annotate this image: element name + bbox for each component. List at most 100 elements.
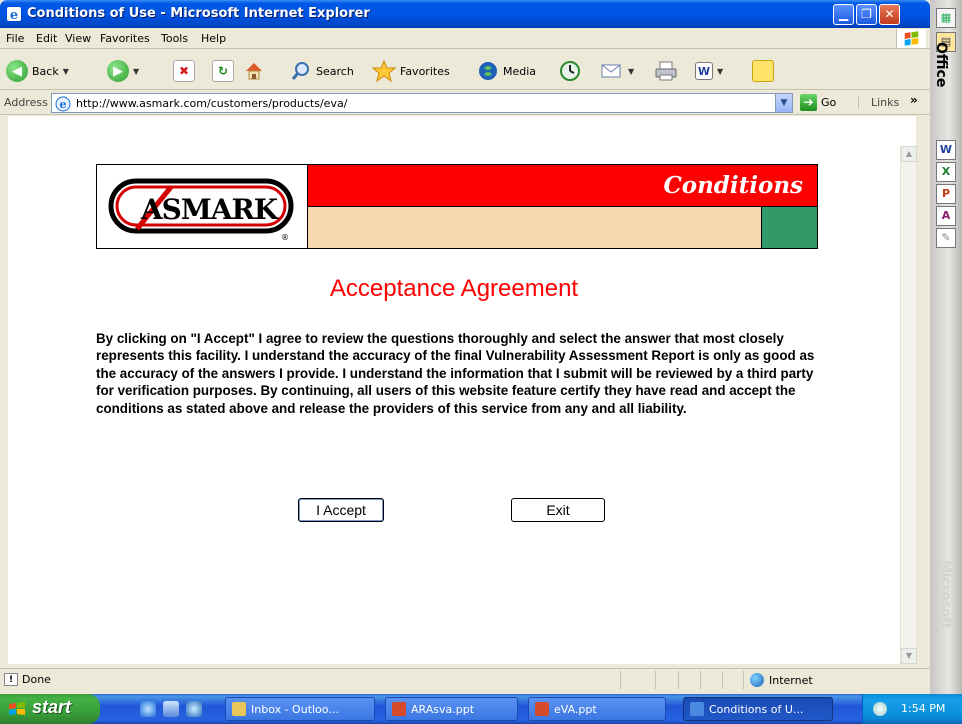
mail-dropdown-icon[interactable]: ▼ <box>628 67 634 76</box>
back-dropdown-icon[interactable]: ▼ <box>63 67 69 76</box>
menu-file[interactable]: File <box>6 32 24 45</box>
task-inbox-outlook[interactable]: Inbox - Outloo... <box>225 697 375 721</box>
forward-dropdown-icon[interactable]: ▼ <box>133 67 139 76</box>
logo-registered-mark: ® <box>281 233 289 242</box>
media-button[interactable]: Media <box>477 59 536 83</box>
scroll-down-icon[interactable]: ▼ <box>901 648 917 664</box>
links-toolbar[interactable]: Links <box>858 96 899 109</box>
edit-word-button[interactable]: W ▼ <box>695 59 723 83</box>
office-bar-label: Office <box>933 42 949 88</box>
print-button[interactable] <box>654 59 678 83</box>
ie-task-icon <box>690 702 704 716</box>
access-icon[interactable]: A <box>936 206 956 226</box>
scroll-up-icon[interactable]: ▲ <box>901 146 917 162</box>
back-label: Back <box>32 64 59 78</box>
windows-start-icon <box>9 702 25 715</box>
status-divider <box>678 671 679 689</box>
search-label: Search <box>316 64 354 78</box>
history-icon <box>560 61 580 81</box>
task-conditions-of-use[interactable]: Conditions of U... <box>683 697 833 721</box>
status-divider <box>700 671 701 689</box>
word-icon[interactable]: W <box>936 140 956 160</box>
media-label: Media <box>503 64 537 78</box>
address-dropdown-icon[interactable]: ▼ <box>775 94 792 112</box>
status-text: Done <box>22 673 51 686</box>
page-heading: Acceptance Agreement <box>329 275 579 302</box>
banner-red-strip: Conditions <box>307 165 817 207</box>
back-button[interactable]: ◀ Back ▼ <box>6 59 69 83</box>
mail-button[interactable]: ▼ <box>600 59 634 83</box>
edit-dropdown-icon[interactable]: ▼ <box>717 67 723 76</box>
clipart-icon[interactable]: ✎ <box>936 228 956 248</box>
excel-icon[interactable]: X <box>936 162 956 182</box>
status-divider <box>743 671 744 689</box>
messenger-button[interactable] <box>752 59 774 83</box>
status-divider <box>620 671 621 689</box>
menu-favorites[interactable]: Favorites <box>100 32 150 45</box>
internet-explorer-icon: e <box>7 7 21 22</box>
banner-tan-strip <box>307 207 761 248</box>
task-label: Inbox - Outloo... <box>251 702 339 716</box>
favorites-label: Favorites <box>400 64 450 78</box>
favorites-star-icon <box>372 60 396 82</box>
svg-text:e: e <box>10 8 18 22</box>
menu-tools[interactable]: Tools <box>161 32 188 45</box>
task-eva-ppt[interactable]: eVA.ppt <box>528 697 666 721</box>
address-url[interactable]: http://www.asmark.com/customers/products… <box>76 97 347 110</box>
stop-button[interactable]: ✖ <box>173 59 195 83</box>
zone-label: Internet <box>769 673 813 687</box>
start-label: start <box>32 697 72 717</box>
vertical-scrollbar[interactable]: ▲ ▼ <box>900 146 917 664</box>
banner-green-block <box>761 207 817 248</box>
history-button[interactable] <box>559 59 581 83</box>
close-button[interactable]: ✕ <box>879 4 900 25</box>
task-label: ARAsva.ppt <box>411 702 475 716</box>
quicklaunch-ie-icon[interactable] <box>140 701 156 717</box>
mail-icon <box>601 64 621 78</box>
browser-window: e Conditions of Use - Microsoft Internet… <box>0 0 930 694</box>
stop-icon: ✖ <box>173 60 195 82</box>
favorites-button[interactable]: Favorites <box>372 59 450 83</box>
maximize-button[interactable]: ❐ <box>856 4 877 25</box>
exit-button[interactable]: Exit <box>511 498 605 522</box>
quicklaunch-outlook-icon[interactable] <box>163 701 179 717</box>
start-button[interactable]: start <box>0 694 100 724</box>
security-zone: Internet <box>750 673 813 687</box>
menu-help[interactable]: Help <box>201 32 226 45</box>
powerpoint-icon[interactable]: P <box>936 184 956 204</box>
banner: ASMARK ® Conditions <box>96 164 818 249</box>
task-arasva-ppt[interactable]: ARAsva.ppt <box>385 697 518 721</box>
page-status-icon: ! <box>4 673 18 686</box>
go-button[interactable]: ➔ Go <box>800 94 836 111</box>
menu-view[interactable]: View <box>65 32 91 45</box>
forward-button[interactable]: ▶ ▼ <box>107 59 139 83</box>
note-icon <box>752 60 774 82</box>
refresh-button[interactable]: ↻ <box>212 59 234 83</box>
office-menu-icon[interactable]: ▦ <box>936 8 956 28</box>
address-field[interactable]: e http://www.asmark.com/customers/produc… <box>51 93 793 113</box>
task-label: eVA.ppt <box>554 702 597 716</box>
refresh-icon: ↻ <box>212 60 234 82</box>
title-bar[interactable]: e Conditions of Use - Microsoft Internet… <box>0 0 930 28</box>
outlook-task-icon <box>232 702 246 716</box>
home-button[interactable] <box>243 59 265 83</box>
go-label: Go <box>821 96 837 109</box>
search-button[interactable]: Search <box>290 59 354 83</box>
clock: 1:54 PM <box>901 702 946 715</box>
accept-button[interactable]: I Accept <box>298 498 384 522</box>
status-divider <box>722 671 723 689</box>
page-ie-icon: e <box>55 96 71 112</box>
task-label: Conditions of U... <box>709 702 804 716</box>
minimize-button[interactable]: ▁ <box>833 4 854 25</box>
logo-text: ASMARK <box>140 193 280 226</box>
agreement-text: By clicking on "I Accept" I agree to rev… <box>96 331 815 416</box>
asmark-logo: ASMARK ® <box>97 165 307 248</box>
tray-network-icon[interactable] <box>873 702 887 716</box>
windows-flag-icon <box>896 29 926 48</box>
menu-edit[interactable]: Edit <box>36 32 57 45</box>
system-tray: 1:54 PM <box>862 694 962 724</box>
office-shortcut-bar: ▦ ▤ Office W X P A ✎ Microsoft <box>930 0 962 694</box>
links-chevron-icon[interactable]: » <box>910 93 918 107</box>
content-top <box>8 116 916 146</box>
quicklaunch-desktop-icon[interactable] <box>186 701 202 717</box>
